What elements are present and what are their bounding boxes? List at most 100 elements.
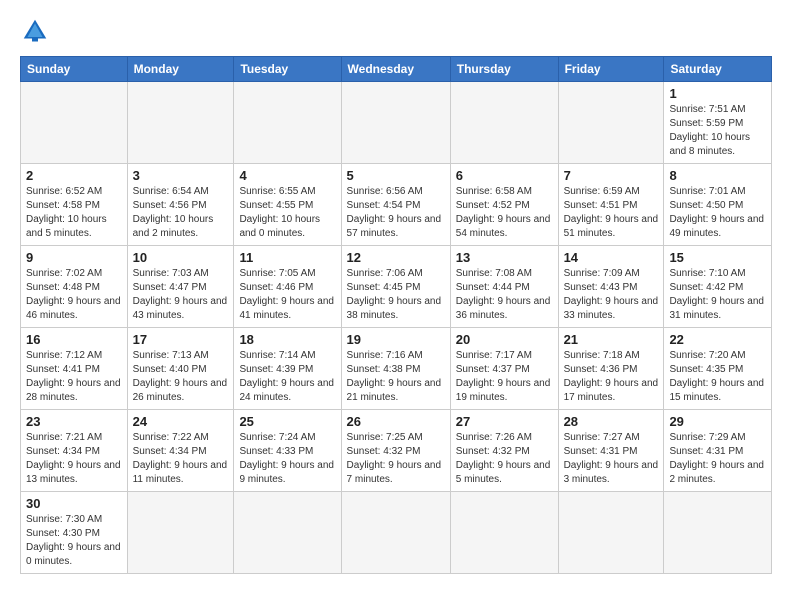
calendar-week-row: 1Sunrise: 7:51 AM Sunset: 5:59 PM Daylig…: [21, 82, 772, 164]
day-number: 22: [669, 332, 766, 347]
day-number: 26: [347, 414, 445, 429]
day-info: Sunrise: 7:02 AM Sunset: 4:48 PM Dayligh…: [26, 267, 122, 323]
day-info: Sunrise: 6:59 AM Sunset: 4:51 PM Dayligh…: [564, 185, 659, 241]
day-info: Sunrise: 7:27 AM Sunset: 4:31 PM Dayligh…: [564, 431, 659, 487]
weekday-header: Thursday: [450, 57, 558, 82]
calendar-week-row: 9 Sunrise: 7:02 AM Sunset: 4:48 PM Daylig…: [21, 246, 772, 328]
day-number: 16: [26, 332, 122, 347]
calendar-cell: 8 Sunrise: 7:01 AM Sunset: 4:50 PM Daylig…: [664, 164, 772, 246]
day-info: Sunrise: 6:56 AM Sunset: 4:54 PM Dayligh…: [347, 185, 445, 241]
day-number: 27: [456, 414, 553, 429]
calendar-cell: 18Sunrise: 7:14 AM Sunset: 4:39 PM Dayli…: [234, 328, 341, 410]
calendar-cell: 11Sunrise: 7:05 AM Sunset: 4:46 PM Dayli…: [234, 246, 341, 328]
day-info: Sunrise: 7:51 AM Sunset: 5:59 PM Dayligh…: [669, 103, 766, 159]
day-info: Sunrise: 6:54 AM Sunset: 4:56 PM Dayligh…: [133, 185, 229, 241]
day-info: Sunrise: 7:21 AM Sunset: 4:34 PM Dayligh…: [26, 431, 122, 487]
calendar-cell: 10 Sunrise: 7:03 AM Sunset: 4:47 PM Dayli…: [127, 246, 234, 328]
calendar-week-row: 16 Sunrise: 7:12 AM Sunset: 4:41 PM Dayli…: [21, 328, 772, 410]
day-info: Sunrise: 6:58 AM Sunset: 4:52 PM Dayligh…: [456, 185, 553, 241]
day-info: Sunrise: 7:26 AM Sunset: 4:32 PM Dayligh…: [456, 431, 553, 487]
day-number: 14: [564, 250, 659, 265]
weekday-header: Tuesday: [234, 57, 341, 82]
calendar-cell: 28 Sunrise: 7:27 AM Sunset: 4:31 PM Dayli…: [558, 410, 664, 492]
day-number: 13: [456, 250, 553, 265]
calendar-cell: 26 Sunrise: 7:25 AM Sunset: 4:32 PM Dayli…: [341, 410, 450, 492]
calendar-cell: [450, 82, 558, 164]
calendar-cell: 2 Sunrise: 6:52 AM Sunset: 4:58 PM Daylig…: [21, 164, 128, 246]
weekday-header: Friday: [558, 57, 664, 82]
day-info: Sunrise: 7:10 AM Sunset: 4:42 PM Dayligh…: [669, 267, 766, 323]
day-info: Sunrise: 7:30 AM Sunset: 4:30 PM Dayligh…: [26, 513, 122, 569]
calendar-cell: 14 Sunrise: 7:09 AM Sunset: 4:43 PM Dayli…: [558, 246, 664, 328]
day-number: 24: [133, 414, 229, 429]
calendar-week-row: 2 Sunrise: 6:52 AM Sunset: 4:58 PM Daylig…: [21, 164, 772, 246]
day-info: Sunrise: 7:24 AM Sunset: 4:33 PM Dayligh…: [239, 431, 335, 487]
calendar-cell: 29 Sunrise: 7:29 AM Sunset: 4:31 PM Dayli…: [664, 410, 772, 492]
day-info: Sunrise: 7:03 AM Sunset: 4:47 PM Dayligh…: [133, 267, 229, 323]
calendar-cell: [234, 492, 341, 574]
calendar-cell: [341, 492, 450, 574]
calendar-cell: 17 Sunrise: 7:13 AM Sunset: 4:40 PM Dayli…: [127, 328, 234, 410]
calendar-cell: 22 Sunrise: 7:20 AM Sunset: 4:35 PM Dayli…: [664, 328, 772, 410]
calendar-cell: 24Sunrise: 7:22 AM Sunset: 4:34 PM Dayli…: [127, 410, 234, 492]
day-number: 20: [456, 332, 553, 347]
calendar-cell: 16 Sunrise: 7:12 AM Sunset: 4:41 PM Dayli…: [21, 328, 128, 410]
logo-icon: [20, 16, 50, 46]
day-info: Sunrise: 7:18 AM Sunset: 4:36 PM Dayligh…: [564, 349, 659, 405]
calendar-cell: [127, 82, 234, 164]
day-info: Sunrise: 7:09 AM Sunset: 4:43 PM Dayligh…: [564, 267, 659, 323]
calendar-cell: [664, 492, 772, 574]
header: [20, 16, 772, 46]
day-info: Sunrise: 7:13 AM Sunset: 4:40 PM Dayligh…: [133, 349, 229, 405]
day-number: 5: [347, 168, 445, 183]
day-info: Sunrise: 7:16 AM Sunset: 4:38 PM Dayligh…: [347, 349, 445, 405]
calendar-cell: 3 Sunrise: 6:54 AM Sunset: 4:56 PM Daylig…: [127, 164, 234, 246]
day-number: 10: [133, 250, 229, 265]
calendar-cell: 15Sunrise: 7:10 AM Sunset: 4:42 PM Dayli…: [664, 246, 772, 328]
calendar-cell: [234, 82, 341, 164]
day-number: 29: [669, 414, 766, 429]
day-number: 7: [564, 168, 659, 183]
calendar-cell: [450, 492, 558, 574]
day-number: 21: [564, 332, 659, 347]
calendar-cell: 19Sunrise: 7:16 AM Sunset: 4:38 PM Dayli…: [341, 328, 450, 410]
day-info: Sunrise: 6:52 AM Sunset: 4:58 PM Dayligh…: [26, 185, 122, 241]
calendar-cell: 1Sunrise: 7:51 AM Sunset: 5:59 PM Daylig…: [664, 82, 772, 164]
calendar-cell: 4Sunrise: 6:55 AM Sunset: 4:55 PM Daylig…: [234, 164, 341, 246]
day-number: 6: [456, 168, 553, 183]
calendar-cell: 30Sunrise: 7:30 AM Sunset: 4:30 PM Dayli…: [21, 492, 128, 574]
calendar-header-row: SundayMondayTuesdayWednesdayThursdayFrid…: [21, 57, 772, 82]
weekday-header: Saturday: [664, 57, 772, 82]
page: SundayMondayTuesdayWednesdayThursdayFrid…: [0, 0, 792, 612]
calendar-cell: 7 Sunrise: 6:59 AM Sunset: 4:51 PM Daylig…: [558, 164, 664, 246]
calendar-cell: 9 Sunrise: 7:02 AM Sunset: 4:48 PM Daylig…: [21, 246, 128, 328]
day-number: 2: [26, 168, 122, 183]
calendar-cell: 6 Sunrise: 6:58 AM Sunset: 4:52 PM Daylig…: [450, 164, 558, 246]
day-number: 12: [347, 250, 445, 265]
day-info: Sunrise: 7:08 AM Sunset: 4:44 PM Dayligh…: [456, 267, 553, 323]
day-number: 3: [133, 168, 229, 183]
calendar-table: SundayMondayTuesdayWednesdayThursdayFrid…: [20, 56, 772, 574]
day-number: 9: [26, 250, 122, 265]
calendar-week-row: 30Sunrise: 7:30 AM Sunset: 4:30 PM Dayli…: [21, 492, 772, 574]
logo: [20, 16, 54, 46]
day-number: 17: [133, 332, 229, 347]
day-number: 18: [239, 332, 335, 347]
calendar-cell: [127, 492, 234, 574]
calendar-cell: 12Sunrise: 7:06 AM Sunset: 4:45 PM Dayli…: [341, 246, 450, 328]
day-info: Sunrise: 7:01 AM Sunset: 4:50 PM Dayligh…: [669, 185, 766, 241]
calendar-week-row: 23Sunrise: 7:21 AM Sunset: 4:34 PM Dayli…: [21, 410, 772, 492]
calendar-cell: 13 Sunrise: 7:08 AM Sunset: 4:44 PM Dayli…: [450, 246, 558, 328]
calendar-cell: [558, 492, 664, 574]
day-info: Sunrise: 7:05 AM Sunset: 4:46 PM Dayligh…: [239, 267, 335, 323]
day-info: Sunrise: 7:20 AM Sunset: 4:35 PM Dayligh…: [669, 349, 766, 405]
day-info: Sunrise: 7:29 AM Sunset: 4:31 PM Dayligh…: [669, 431, 766, 487]
calendar-cell: 5 Sunrise: 6:56 AM Sunset: 4:54 PM Daylig…: [341, 164, 450, 246]
calendar-cell: 23Sunrise: 7:21 AM Sunset: 4:34 PM Dayli…: [21, 410, 128, 492]
day-number: 28: [564, 414, 659, 429]
calendar-cell: [558, 82, 664, 164]
day-info: Sunrise: 6:55 AM Sunset: 4:55 PM Dayligh…: [239, 185, 335, 241]
day-number: 8: [669, 168, 766, 183]
day-info: Sunrise: 7:25 AM Sunset: 4:32 PM Dayligh…: [347, 431, 445, 487]
day-info: Sunrise: 7:12 AM Sunset: 4:41 PM Dayligh…: [26, 349, 122, 405]
